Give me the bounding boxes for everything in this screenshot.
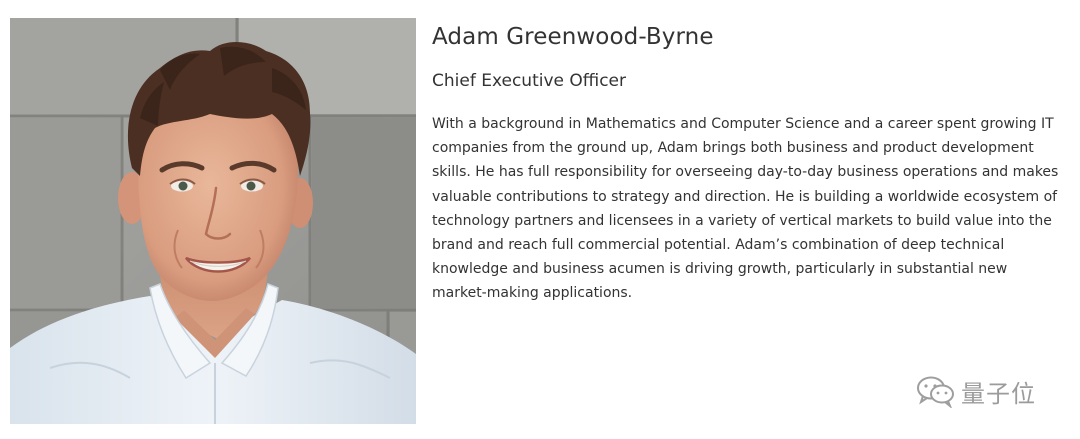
bio-section: Adam Greenwood-Byrne Chief Executive Off…: [432, 20, 1072, 306]
portrait-photo: [10, 18, 416, 424]
profile-card: Adam Greenwood-Byrne Chief Executive Off…: [0, 0, 1080, 439]
watermark: 量子位: [915, 372, 1036, 410]
job-title: Chief Executive Officer: [432, 71, 626, 91]
person-name: Adam Greenwood-Byrne: [432, 24, 714, 50]
watermark-text: 量子位: [961, 379, 1036, 408]
bio-paragraph: With a background in Mathematics and Com…: [432, 116, 1059, 302]
wechat-logo-icon: [917, 376, 954, 408]
